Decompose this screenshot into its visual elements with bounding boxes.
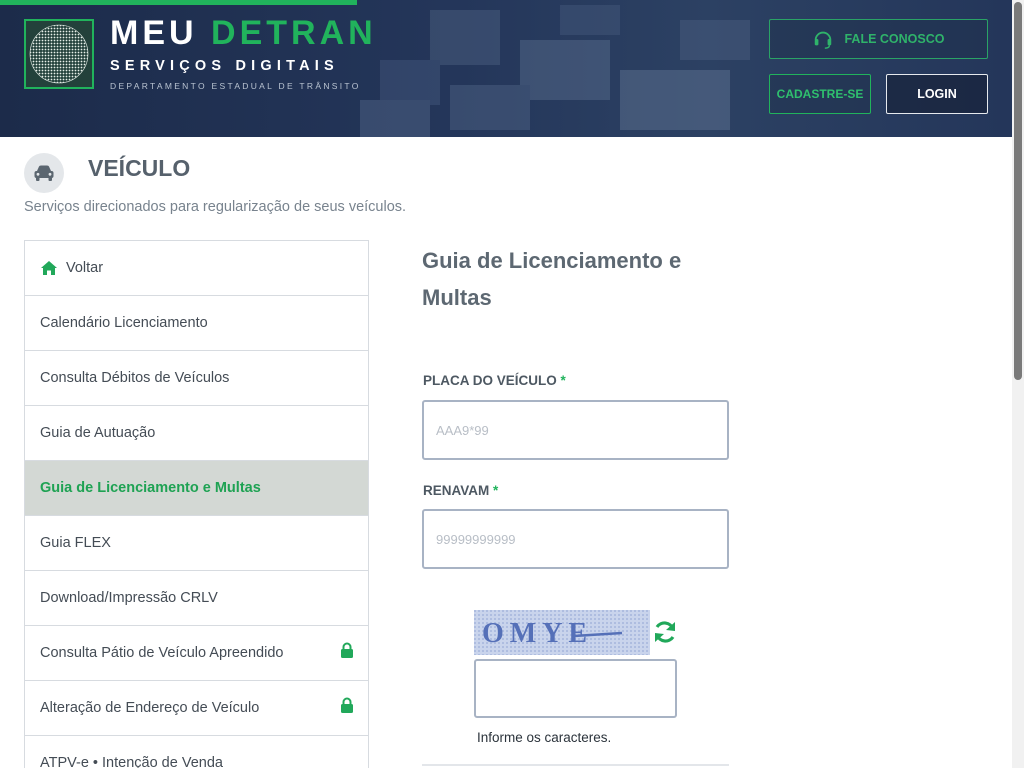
brand-title[interactable]: MEU DETRAN (110, 14, 377, 53)
captcha-input[interactable] (474, 659, 677, 718)
sidebar-item-voltar[interactable]: Voltar (25, 241, 368, 296)
sidebar-item-label: Guia de Licenciamento e Multas (40, 480, 261, 496)
sidebar-item-consulta-patio[interactable]: Consulta Pátio de Veículo Apreendido (25, 626, 368, 681)
sidebar-item-label: Consulta Débitos de Veículos (40, 370, 230, 386)
lock-icon (340, 642, 354, 663)
sidebar-item-download-crlv[interactable]: Download/Impressão CRLV (25, 571, 368, 626)
brand-word-meu: MEU (110, 14, 198, 52)
renavam-input[interactable] (422, 509, 729, 569)
car-icon (34, 165, 54, 181)
placa-label: PLACA DO VEÍCULO * (423, 373, 566, 388)
brand-department: DEPARTAMENTO ESTADUAL DE TRÂNSITO (110, 81, 361, 91)
sidebar-item-label: Guia de Autuação (40, 425, 156, 441)
sidebar-item-label: Guia FLEX (40, 535, 111, 551)
brand-word-detran: DETRAN (211, 14, 377, 52)
sidebar-item-consulta-debitos[interactable]: Consulta Débitos de Veículos (25, 351, 368, 406)
sidebar-item-guia-autuacao[interactable]: Guia de Autuação (25, 406, 368, 461)
sidebar-item-alteracao-endereco[interactable]: Alteração de Endereço de Veículo (25, 681, 368, 736)
contact-button[interactable]: FALE CONOSCO (769, 19, 988, 59)
header-accent-bar (0, 0, 357, 5)
page-scrollbar[interactable] (1012, 0, 1024, 768)
placa-input[interactable] (422, 400, 729, 460)
sidebar-item-atpv-intencao-venda[interactable]: ATPV-e • Intenção de Venda (25, 736, 368, 768)
refresh-icon[interactable] (651, 618, 679, 646)
sidebar-item-label: ATPV-e • Intenção de Venda (40, 755, 223, 768)
captcha-image: OMYE (474, 610, 650, 655)
lock-icon (340, 697, 354, 718)
contact-button-label: FALE CONOSCO (844, 32, 945, 46)
sidebar-item-label: Voltar (66, 260, 104, 276)
login-button[interactable]: LOGIN (886, 74, 988, 114)
required-mark: * (493, 483, 499, 498)
next-field-edge (422, 764, 729, 768)
captcha-text: OMYE (482, 618, 593, 649)
site-header: MEU DETRAN SERVIÇOS DIGITAIS DEPARTAMENT… (0, 0, 1012, 137)
form-title: Guia de Licenciamento e Multas (422, 248, 682, 310)
placa-label-text: PLACA DO VEÍCULO (423, 373, 557, 388)
sidebar-item-guia-flex[interactable]: Guia FLEX (25, 516, 368, 571)
scrollbar-thumb[interactable] (1014, 2, 1022, 380)
vehicle-section-icon (24, 153, 64, 193)
captcha-help-text: Informe os caracteres. (477, 730, 612, 745)
page-title: VEÍCULO (88, 155, 191, 181)
detran-logo-icon[interactable] (24, 19, 94, 89)
renavam-label: RENAVAM * (423, 483, 498, 498)
sidebar-item-label: Download/Impressão CRLV (40, 590, 218, 606)
sidebar-item-label: Calendário Licenciamento (40, 315, 208, 331)
signup-button[interactable]: CADASTRE-SE (769, 74, 871, 114)
renavam-label-text: RENAVAM (423, 483, 490, 498)
sidebar-item-label: Alteração de Endereço de Veículo (40, 700, 260, 716)
required-mark: * (560, 373, 566, 388)
brand-subtitle: SERVIÇOS DIGITAIS (110, 58, 339, 74)
sidebar-menu: Voltar Calendário Licenciamento Consulta… (24, 240, 369, 768)
home-icon (40, 260, 58, 276)
sidebar-item-label: Consulta Pátio de Veículo Apreendido (40, 645, 284, 661)
sidebar-item-calendario-licenciamento[interactable]: Calendário Licenciamento (25, 296, 368, 351)
page-description: Serviços direcionados para regularização… (24, 199, 407, 215)
headset-icon (815, 31, 832, 49)
sidebar-item-guia-licenciamento-multas[interactable]: Guia de Licenciamento e Multas (25, 461, 368, 516)
